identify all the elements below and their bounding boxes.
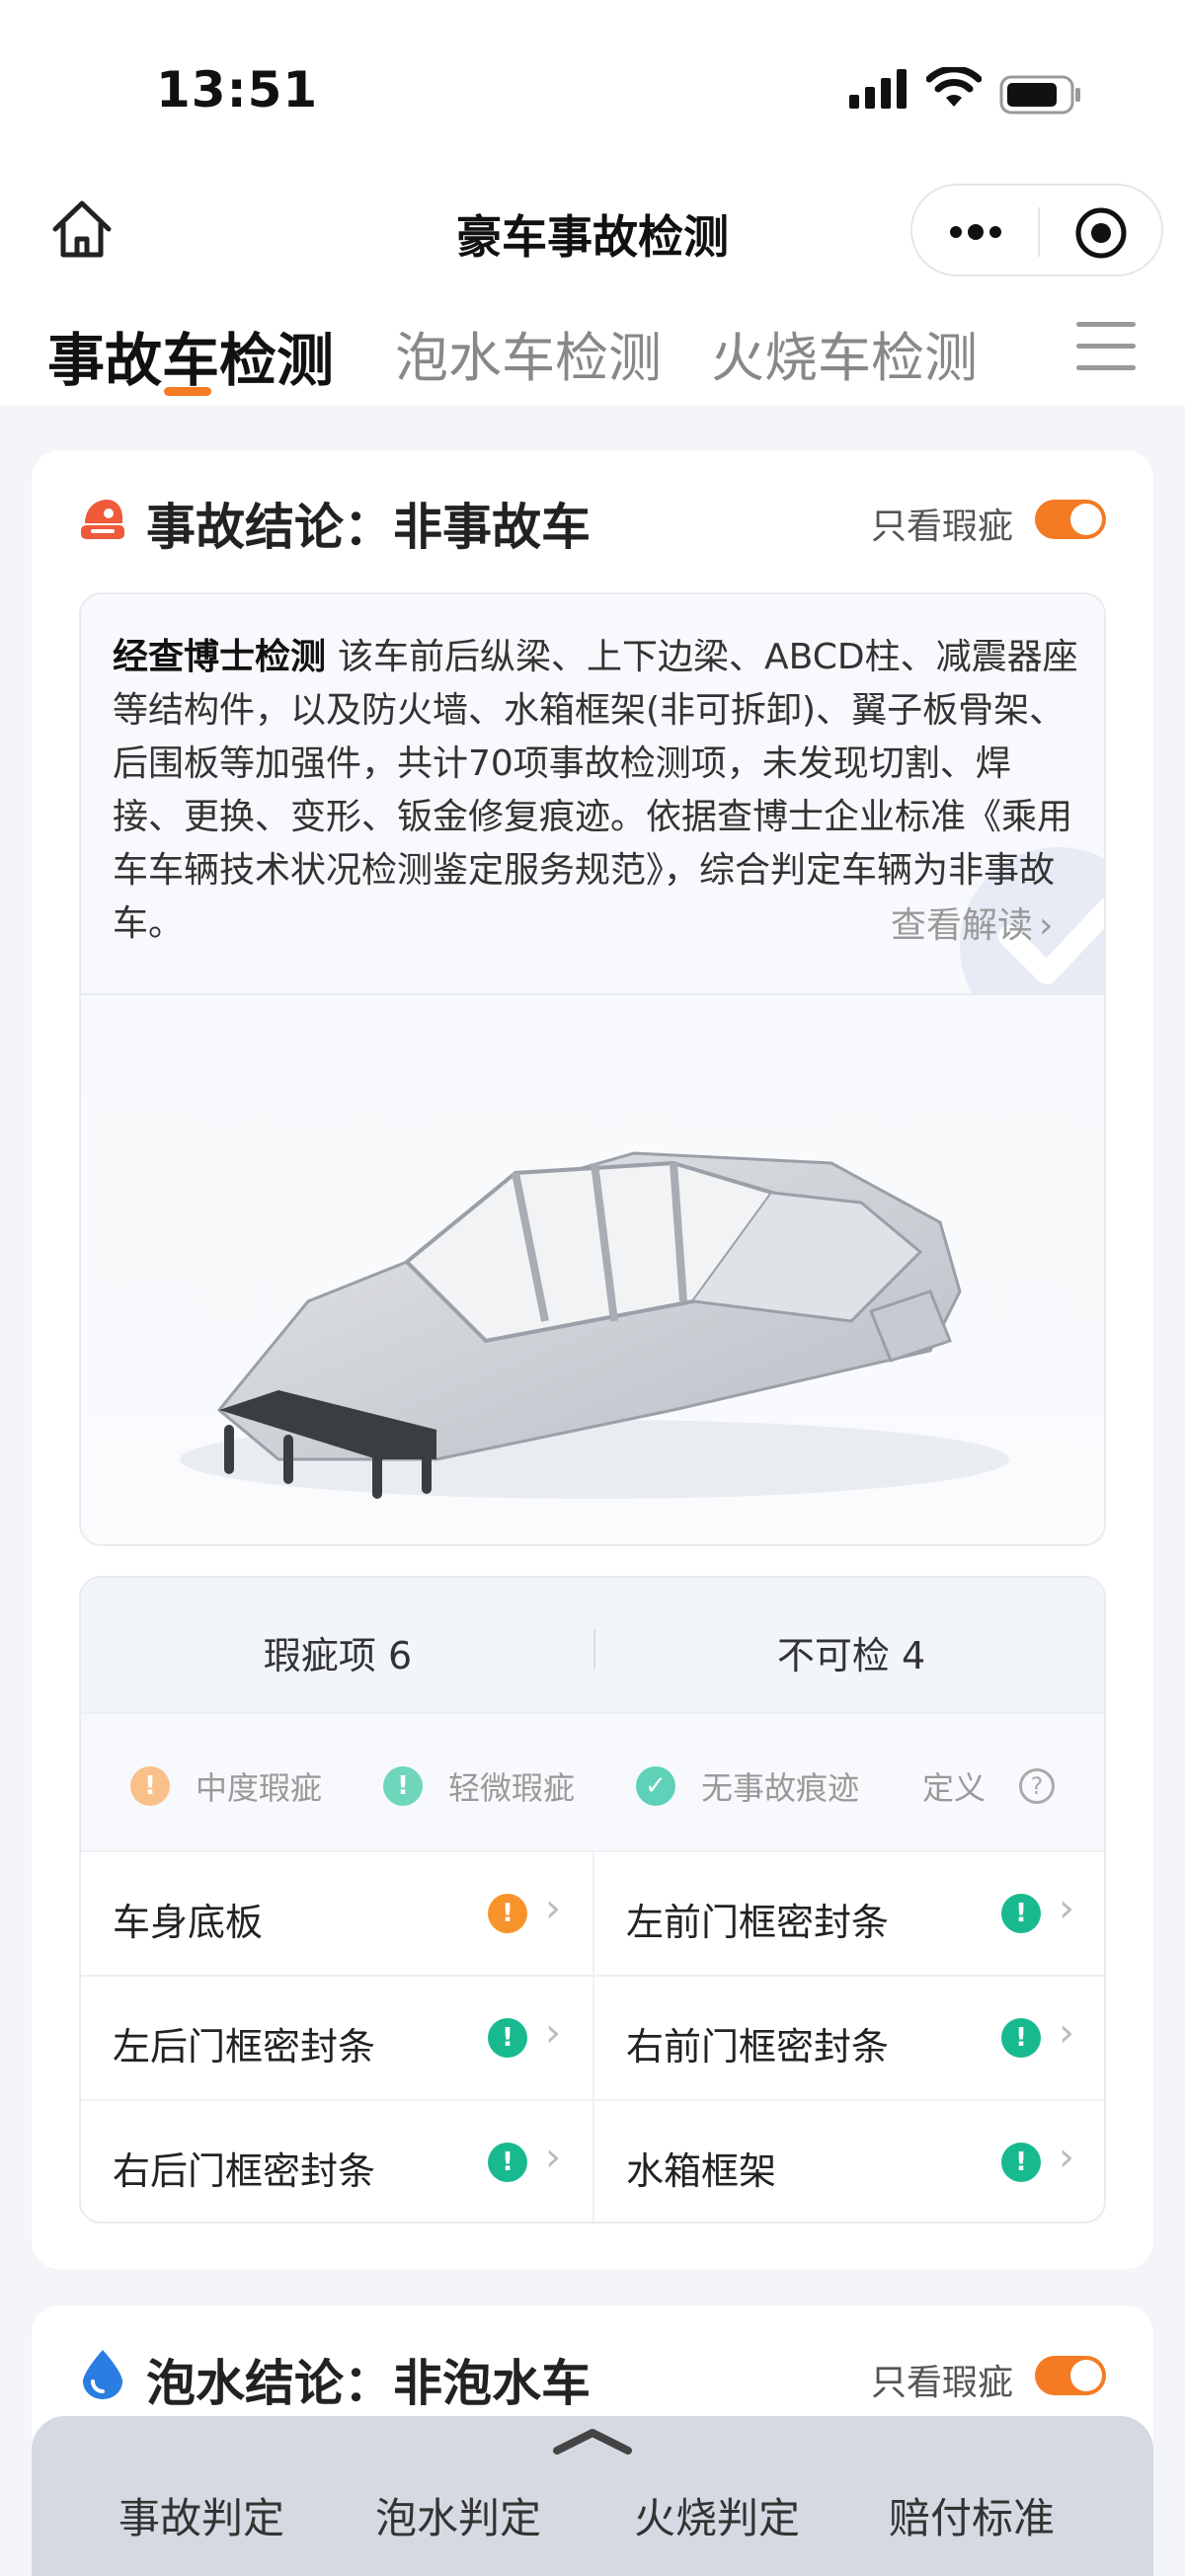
- quick-nav-fire[interactable]: 火烧判定: [634, 2485, 800, 2545]
- minor-flaw-icon: !: [1001, 2143, 1041, 2182]
- flaw-item[interactable]: 车身底板 ! ›: [81, 1850, 592, 1975]
- quick-nav-accident[interactable]: 事故判定: [118, 2485, 284, 2545]
- view-interpretation-label: 查看解读: [891, 905, 1034, 946]
- chevron-right-icon: ›: [1059, 1886, 1074, 1931]
- chevron-up-icon[interactable]: [523, 2421, 662, 2460]
- wifi-icon: [926, 67, 982, 107]
- chevron-right-icon: ›: [545, 2010, 561, 2056]
- legend-none: ✓ 无事故痕迹: [636, 1763, 859, 1809]
- flaw-item[interactable]: 右后门框密封条 ! ›: [81, 2099, 592, 2222]
- chevron-right-icon: ›: [1059, 2135, 1074, 2180]
- legend-medium: ! 中度瑕疵: [130, 1763, 322, 1809]
- legend: ! 中度瑕疵 ! 轻微瑕疵 ✓ 无事故痕迹 定义?: [81, 1712, 1104, 1850]
- minor-flaw-icon: !: [488, 2143, 527, 2182]
- mini-program-capsule: [910, 184, 1163, 276]
- flaw-item-name: 右后门框密封条: [113, 2149, 376, 2193]
- chevron-right-icon: ›: [545, 2135, 561, 2180]
- minor-flaw-icon: !: [1001, 1894, 1041, 1933]
- exclamation-icon: !: [383, 1766, 423, 1806]
- status-time: 13:51: [156, 61, 319, 118]
- medium-flaw-icon: !: [488, 1894, 527, 1933]
- quick-nav-flood[interactable]: 泡水判定: [375, 2485, 541, 2545]
- more-icon[interactable]: [946, 207, 1005, 257]
- verdict-panel: 经查博士检测 该车前后纵梁、上下边梁、ABCD柱、减震器座等结构件，以及防火墙、水…: [79, 592, 1106, 1546]
- flaw-item[interactable]: 右前门框密封条 ! ›: [594, 1975, 1104, 2099]
- accident-car-icon: [81, 500, 124, 539]
- flaw-item-name: 左前门框密封条: [626, 1901, 890, 1944]
- chevron-right-icon: ›: [1039, 905, 1054, 946]
- legend-medium-label: 中度瑕疵: [196, 1769, 323, 1807]
- capsule-divider: [1038, 207, 1040, 257]
- uncheckable-count[interactable]: 不可检 4: [594, 1625, 1104, 1679]
- legend-minor-label: 轻微瑕疵: [448, 1769, 576, 1807]
- definition-label: 定义: [922, 1769, 987, 1807]
- tab-accident[interactable]: 事故车检测: [47, 314, 334, 397]
- active-tab-indicator: [164, 387, 211, 396]
- definition-link[interactable]: 定义?: [922, 1763, 1056, 1809]
- legend-none-label: 无事故痕迹: [701, 1769, 860, 1807]
- flaw-summary-panel: 瑕疵项 6 不可检 4 ! 中度瑕疵 ! 轻微瑕疵 ✓ 无事故痕迹 定义? 车身底板 …: [79, 1576, 1106, 2224]
- water-drop-icon: [83, 2350, 122, 2399]
- flood-only-flaws-toggle[interactable]: [1035, 2356, 1106, 2395]
- flaw-item-name: 车身底板: [113, 1901, 264, 1944]
- only-flaws-toggle[interactable]: [1035, 500, 1106, 539]
- flaw-item[interactable]: 左后门框密封条 ! ›: [81, 1975, 592, 2099]
- brand-logo: 经查博士检测: [113, 636, 327, 677]
- summary-header: 瑕疵项 6 不可检 4: [81, 1578, 1104, 1712]
- legend-minor: ! 轻微瑕疵: [383, 1763, 575, 1809]
- flaw-item[interactable]: 水箱框架 ! ›: [594, 2099, 1104, 2222]
- flaw-item-name: 左后门框密封条: [113, 2025, 376, 2069]
- car-body-image: [81, 995, 1104, 1544]
- flood-only-flaws-label: 只看瑕疵: [871, 2363, 1014, 2403]
- flaw-count[interactable]: 瑕疵项 6: [81, 1625, 594, 1679]
- battery-icon: [999, 75, 1080, 115]
- chevron-right-icon: ›: [1059, 2010, 1074, 2056]
- flood-conclusion-title: 泡水结论：非泡水车: [146, 2355, 591, 2412]
- help-icon: ?: [1019, 1768, 1056, 1804]
- tab-fire[interactable]: 火烧车检测: [711, 314, 978, 392]
- grid-divider: [592, 1850, 594, 2222]
- exclamation-icon: !: [130, 1766, 170, 1806]
- flaw-item[interactable]: 左前门框密封条 ! ›: [594, 1850, 1104, 1975]
- menu-icon[interactable]: [1076, 322, 1136, 373]
- quick-nav-compensation[interactable]: 赔付标准: [889, 2485, 1055, 2545]
- check-icon: ✓: [636, 1766, 675, 1806]
- flaw-item-name: 右前门框密封条: [626, 2025, 890, 2069]
- view-interpretation-link[interactable]: 查看解读 ›: [891, 897, 1053, 948]
- minor-flaw-icon: !: [1001, 2018, 1041, 2058]
- close-miniprogram-icon[interactable]: [1073, 205, 1129, 261]
- minor-flaw-icon: !: [488, 2018, 527, 2058]
- only-flaws-label: 只看瑕疵: [871, 507, 1014, 547]
- cellular-signal-icon: [849, 69, 907, 109]
- chevron-right-icon: ›: [545, 1886, 561, 1931]
- flaw-item-name: 水箱框架: [626, 2149, 777, 2193]
- accident-conclusion-title: 事故结论：非事故车: [146, 499, 591, 556]
- tab-flood[interactable]: 泡水车检测: [395, 314, 662, 392]
